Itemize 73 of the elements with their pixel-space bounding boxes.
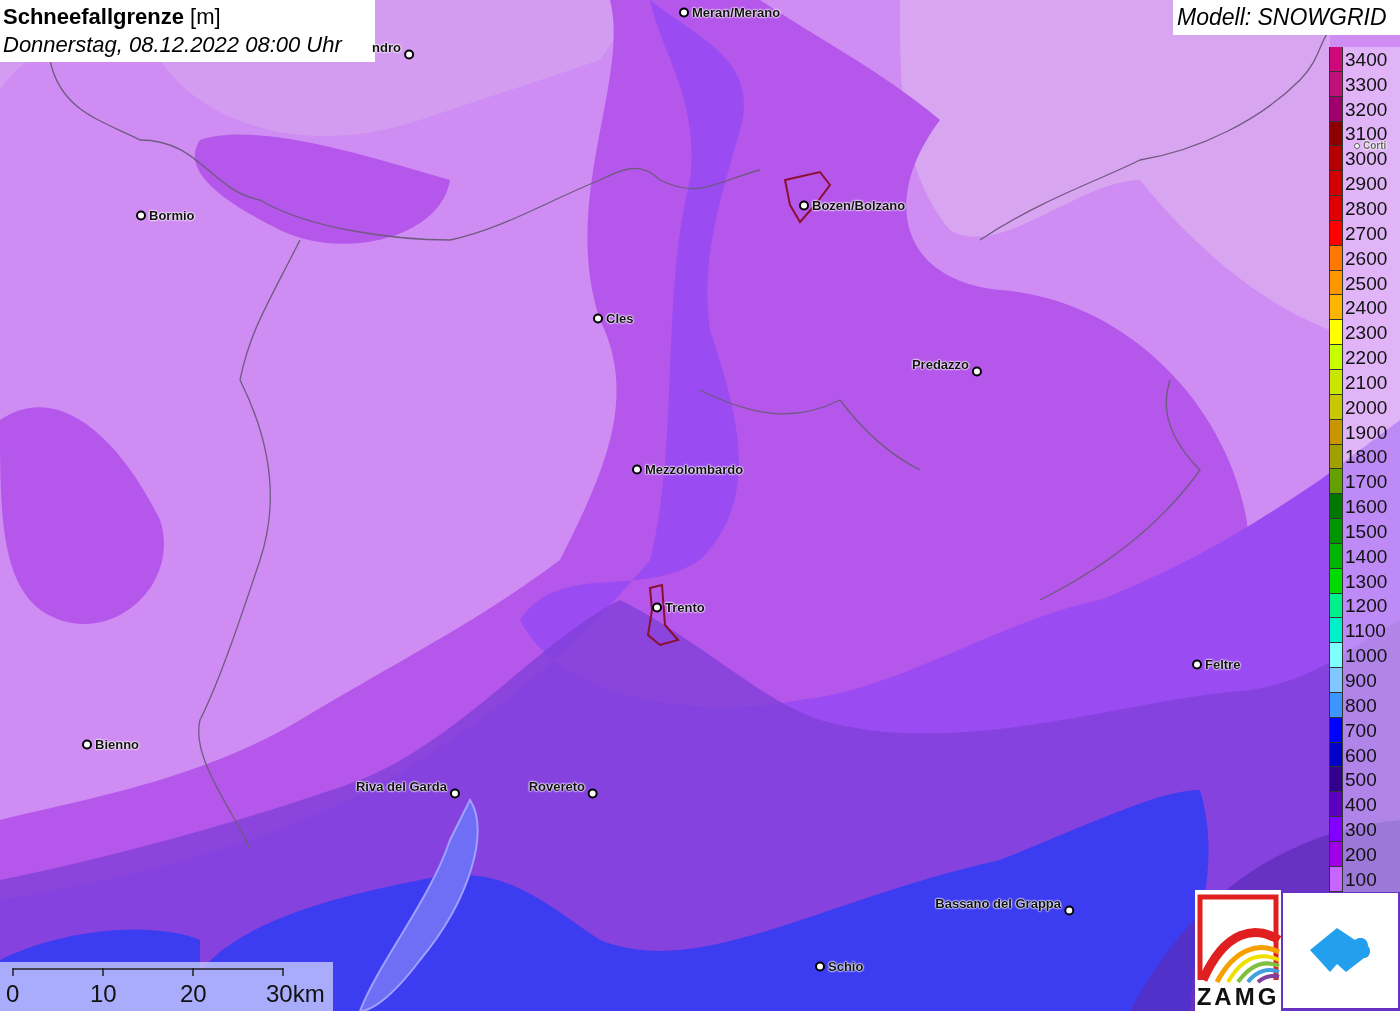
legend-label: 2400 — [1344, 299, 1388, 317]
legend-label: 1800 — [1344, 448, 1388, 466]
scale-label: 30km — [266, 980, 325, 1008]
legend-label: 900 — [1344, 672, 1377, 689]
legend-label: 1500 — [1344, 522, 1388, 540]
city-marker-icon — [450, 788, 460, 798]
logo-text: ZAMG — [1196, 984, 1280, 1010]
city-label: Corti — [1363, 142, 1387, 150]
scale-label: 20 — [180, 980, 207, 1008]
scale-label: 10 — [90, 980, 117, 1008]
legend-label: 2300 — [1344, 324, 1388, 342]
city-label: Cles — [606, 310, 634, 326]
city-marker-icon — [679, 7, 689, 17]
legend-label: 2100 — [1344, 373, 1388, 391]
legend-label: 100 — [1344, 870, 1377, 888]
city-marker-icon — [136, 210, 146, 220]
legend-label: 3000 — [1344, 150, 1388, 168]
city-marker-icon — [799, 200, 809, 210]
legend-label: 2800 — [1344, 200, 1388, 217]
city-label: Bienno — [95, 736, 140, 752]
city-label: Bozen/Bolzano — [812, 197, 906, 213]
legend-label: 800 — [1344, 696, 1377, 714]
city-label: ndro — [372, 39, 401, 55]
legend-label: 1600 — [1344, 498, 1388, 516]
legend-label: 3400 — [1344, 50, 1388, 68]
city-label: Meran/Merano — [692, 4, 781, 20]
legend-label: 500 — [1344, 771, 1377, 789]
legend-label: 300 — [1344, 821, 1377, 839]
legend-label: 1900 — [1344, 423, 1388, 441]
city-label: Schio — [828, 958, 864, 974]
city-marker-icon — [1064, 905, 1074, 915]
city-marker-icon — [1354, 143, 1360, 149]
model-label: Modell: SNOWGRID — [1173, 0, 1400, 35]
city-marker-icon — [652, 602, 662, 612]
legend-label: 3100 — [1344, 125, 1388, 143]
legend-label: 1400 — [1344, 547, 1388, 565]
legend-label: 3300 — [1344, 75, 1388, 93]
city-marker-icon — [588, 788, 598, 798]
legend-label: 1700 — [1344, 473, 1388, 491]
legend-label: 1000 — [1344, 647, 1388, 665]
city-marker-icon — [82, 739, 92, 749]
map-title: Schneefallgrenze [m] — [3, 3, 222, 31]
legend-label: 400 — [1344, 796, 1377, 814]
city-label: Trento — [665, 599, 705, 615]
city-label: Riva del Garda — [355, 778, 447, 794]
cloud-arrow-icon — [1309, 927, 1372, 974]
city-label: Mezzolombardo — [645, 461, 744, 477]
legend-label: 600 — [1344, 746, 1377, 764]
city-marker-icon — [404, 49, 414, 59]
city-label: Bormio — [149, 207, 195, 223]
legend-label: 1200 — [1344, 597, 1388, 615]
city-marker-icon — [593, 313, 603, 323]
legend-label: 1300 — [1344, 572, 1388, 590]
forecast-time: Donnerstag, 08.12.2022 08:00 Uhr — [3, 31, 344, 59]
scale-label: 0 — [6, 980, 20, 1008]
city-marker-icon — [815, 961, 825, 971]
legend-label: 2600 — [1344, 249, 1388, 267]
city-marker-icon — [1192, 659, 1202, 669]
legend-label: 2000 — [1344, 398, 1388, 416]
city-label: Feltre — [1205, 656, 1241, 672]
legend-label: 1100 — [1344, 622, 1386, 640]
legend-label: 2700 — [1344, 224, 1388, 242]
city-label: Rovereto — [528, 778, 585, 794]
legend-label: 700 — [1344, 721, 1377, 739]
city-marker-icon — [632, 464, 642, 474]
city-marker-icon — [972, 366, 982, 376]
city-label: Bassano del Grappa — [935, 895, 1061, 911]
legend-label: 2200 — [1344, 349, 1388, 367]
city-label: Predazzo — [911, 356, 969, 372]
legend-label: 2900 — [1344, 175, 1388, 193]
legend-label: 200 — [1344, 845, 1377, 863]
legend-label: 3200 — [1344, 100, 1388, 118]
legend-label: 2500 — [1344, 274, 1388, 292]
